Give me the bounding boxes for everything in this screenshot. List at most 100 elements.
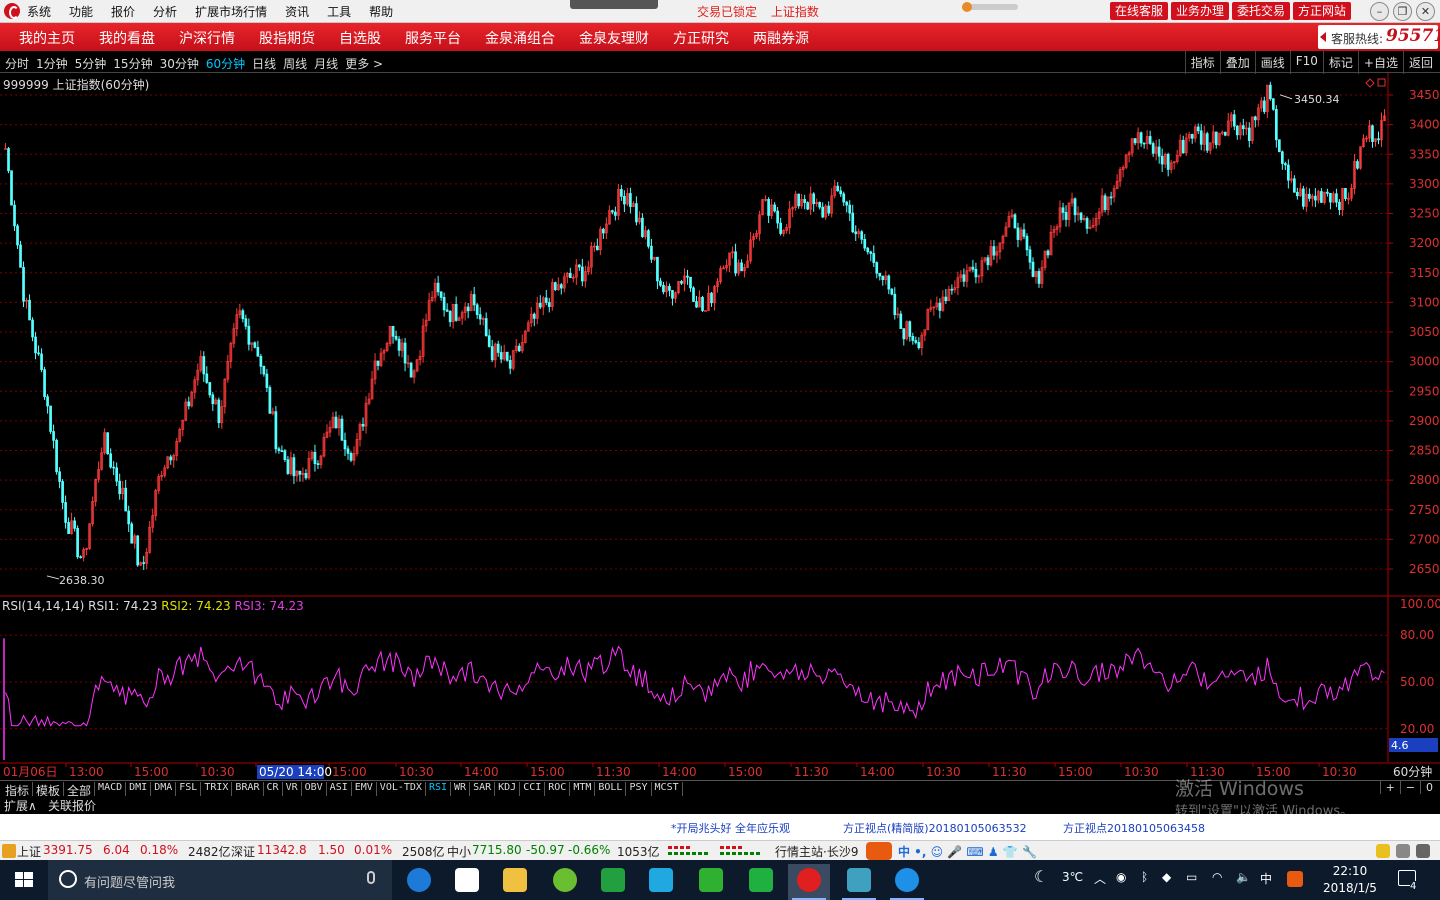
menu-help[interactable]: 帮助 [369,3,393,20]
candle-down [454,303,458,321]
zoom-reset-button[interactable]: 0 [1420,781,1438,794]
chart-tool-button[interactable]: 返回 [1402,51,1438,74]
app-tray-icon[interactable]: ◆ [1162,870,1171,884]
tray-icon[interactable] [1416,844,1430,858]
chart-tool-button[interactable]: F10 [1289,51,1323,74]
website-button[interactable]: 方正网站 [1293,2,1352,20]
edge-app-icon[interactable] [398,864,440,900]
drag-handle[interactable] [570,0,658,9]
candle-down [767,199,770,216]
period-tab[interactable]: 15分钟 [113,55,152,72]
bluetooth-icon[interactable]: ᛒ [1141,870,1148,884]
market-folder-icon[interactable] [2,844,16,858]
zoom-out-button[interactable]: − [1399,781,1420,794]
news-item[interactable]: 方正视点20180105063458 [1063,820,1205,836]
nav-futures[interactable]: 股指期货 [259,28,315,48]
diamond-icon[interactable] [1365,78,1375,88]
windows-start-icon[interactable] [0,860,48,900]
period-tab[interactable]: 60分钟 [206,55,245,72]
weather-temp[interactable]: 3℃ [1062,870,1083,884]
news-item[interactable]: 方正视点(精简版)20180105063532 [843,820,1027,836]
nav-watch[interactable]: 我的看盘 [99,28,155,48]
tray-icon[interactable] [1396,844,1410,858]
related-quotes-button[interactable]: 关联报价 [48,797,96,814]
zoom-in-button[interactable]: + [1379,781,1400,794]
menu-analysis[interactable]: 分析 [153,3,177,20]
trade-lock-status[interactable]: 交易已锁定 [697,5,757,19]
nav-home[interactable]: 我的主页 [19,28,75,48]
mobile-assistant-app-icon[interactable] [592,864,634,900]
security-icon[interactable]: ◉ [1116,870,1126,884]
period-tab[interactable]: 30分钟 [160,55,199,72]
close-icon[interactable]: ✕ [1416,2,1435,21]
weather-moon-icon[interactable]: ☾ [1034,867,1048,886]
candle-down [244,318,248,327]
sogou-ime-icon[interactable] [866,842,892,860]
nav-finance[interactable]: 金泉友理财 [579,28,649,48]
wifi-icon[interactable]: ◠ [1212,870,1222,884]
nav-research[interactable]: 方正研究 [673,28,729,48]
restore-icon[interactable]: ❐ [1393,2,1412,21]
rsi-tick-label: 50.00 [1400,675,1434,689]
nav-margin[interactable]: 两融券源 [753,28,809,48]
ime-mode-icon[interactable]: 中 •, ☺ 🎤 ⌨ ♟ 👕 🔧 [898,843,1037,860]
volume-icon[interactable]: 🔈 [1236,870,1251,884]
volume-slider-knob[interactable] [962,2,972,12]
time-tick-label: 11:30 [596,765,631,779]
menu-ext-market[interactable]: 扩展市场行情 [195,3,267,20]
period-tab[interactable]: 日线 [252,55,276,72]
candle-down [397,338,401,351]
nav-watchlist[interactable]: 自选股 [339,28,381,48]
battery-icon[interactable]: ▭ [1186,870,1197,884]
cortana-icon[interactable] [59,870,77,888]
period-tab[interactable]: 5分钟 [75,55,107,72]
time-tick-label: 15:00 [728,765,763,779]
period-tab[interactable]: 分时 [5,55,29,72]
menu-quote[interactable]: 报价 [111,3,135,20]
video-app-icon[interactable] [640,864,682,900]
period-tab[interactable]: 1分钟 [36,55,68,72]
taskbar-search[interactable]: 有问题尽管问我 [48,860,392,900]
tray-expand-icon[interactable]: ︿ [1094,870,1106,887]
business-button[interactable]: 业务办理 [1171,2,1230,20]
nav-portfolio[interactable]: 金泉涌组合 [485,28,555,48]
microphone-icon[interactable] [367,871,375,884]
network-app-icon[interactable] [838,864,880,900]
online-service-button[interactable]: 在线客服 [1110,2,1169,20]
trade-button[interactable]: 委托交易 [1232,2,1291,20]
menu-system[interactable]: 系统 [27,3,51,20]
sogou-tray-icon[interactable] [1287,871,1303,887]
kline-chart[interactable]: 3450 3400 3350 3300 3250 3200 3150 3100 3050 3000… [0,73,1440,780]
minimize-icon[interactable]: – [1370,2,1389,21]
news-item[interactable]: *开局兆头好 全年应乐观 [671,820,790,836]
chart-tool-button[interactable]: +自选 [1357,51,1403,74]
chart-tool-button[interactable]: 标记 [1322,51,1358,74]
server-label[interactable]: 行情主站·长沙9 [775,843,858,860]
period-tab[interactable]: 月线 [314,55,338,72]
stock-app-icon[interactable] [788,864,830,900]
period-tab[interactable]: 周线 [283,55,307,72]
ime-indicator[interactable]: 中 [1260,870,1272,887]
chart-tool-button[interactable]: 叠加 [1219,51,1255,74]
period-tab[interactable]: 更多 > [345,55,383,72]
nav-market[interactable]: 沪深行情 [179,28,235,48]
menu-tools[interactable]: 工具 [327,3,351,20]
ie-app-icon[interactable] [886,864,928,900]
candle-down [818,202,822,208]
clock[interactable]: 22:10 2018/1/5 [1315,863,1385,897]
nav-service[interactable]: 服务平台 [405,28,461,48]
chart-tool-button[interactable]: 画线 [1254,51,1290,74]
store-app-icon[interactable] [446,864,488,900]
wps-app-icon[interactable] [740,864,782,900]
iqiyi-app-icon[interactable] [690,864,732,900]
candle-down [878,272,882,277]
explorer-app-icon[interactable] [494,864,536,900]
browser360-app-icon[interactable] [544,864,586,900]
menu-function[interactable]: 功能 [69,3,93,20]
menu-info[interactable]: 资讯 [285,3,309,20]
window-icon[interactable] [1377,78,1386,87]
app-logo-icon [4,3,20,19]
chart-tool-button[interactable]: 指标 [1184,51,1220,74]
tray-icon[interactable] [1376,844,1390,858]
expand-button[interactable]: 扩展∧ [4,797,37,814]
